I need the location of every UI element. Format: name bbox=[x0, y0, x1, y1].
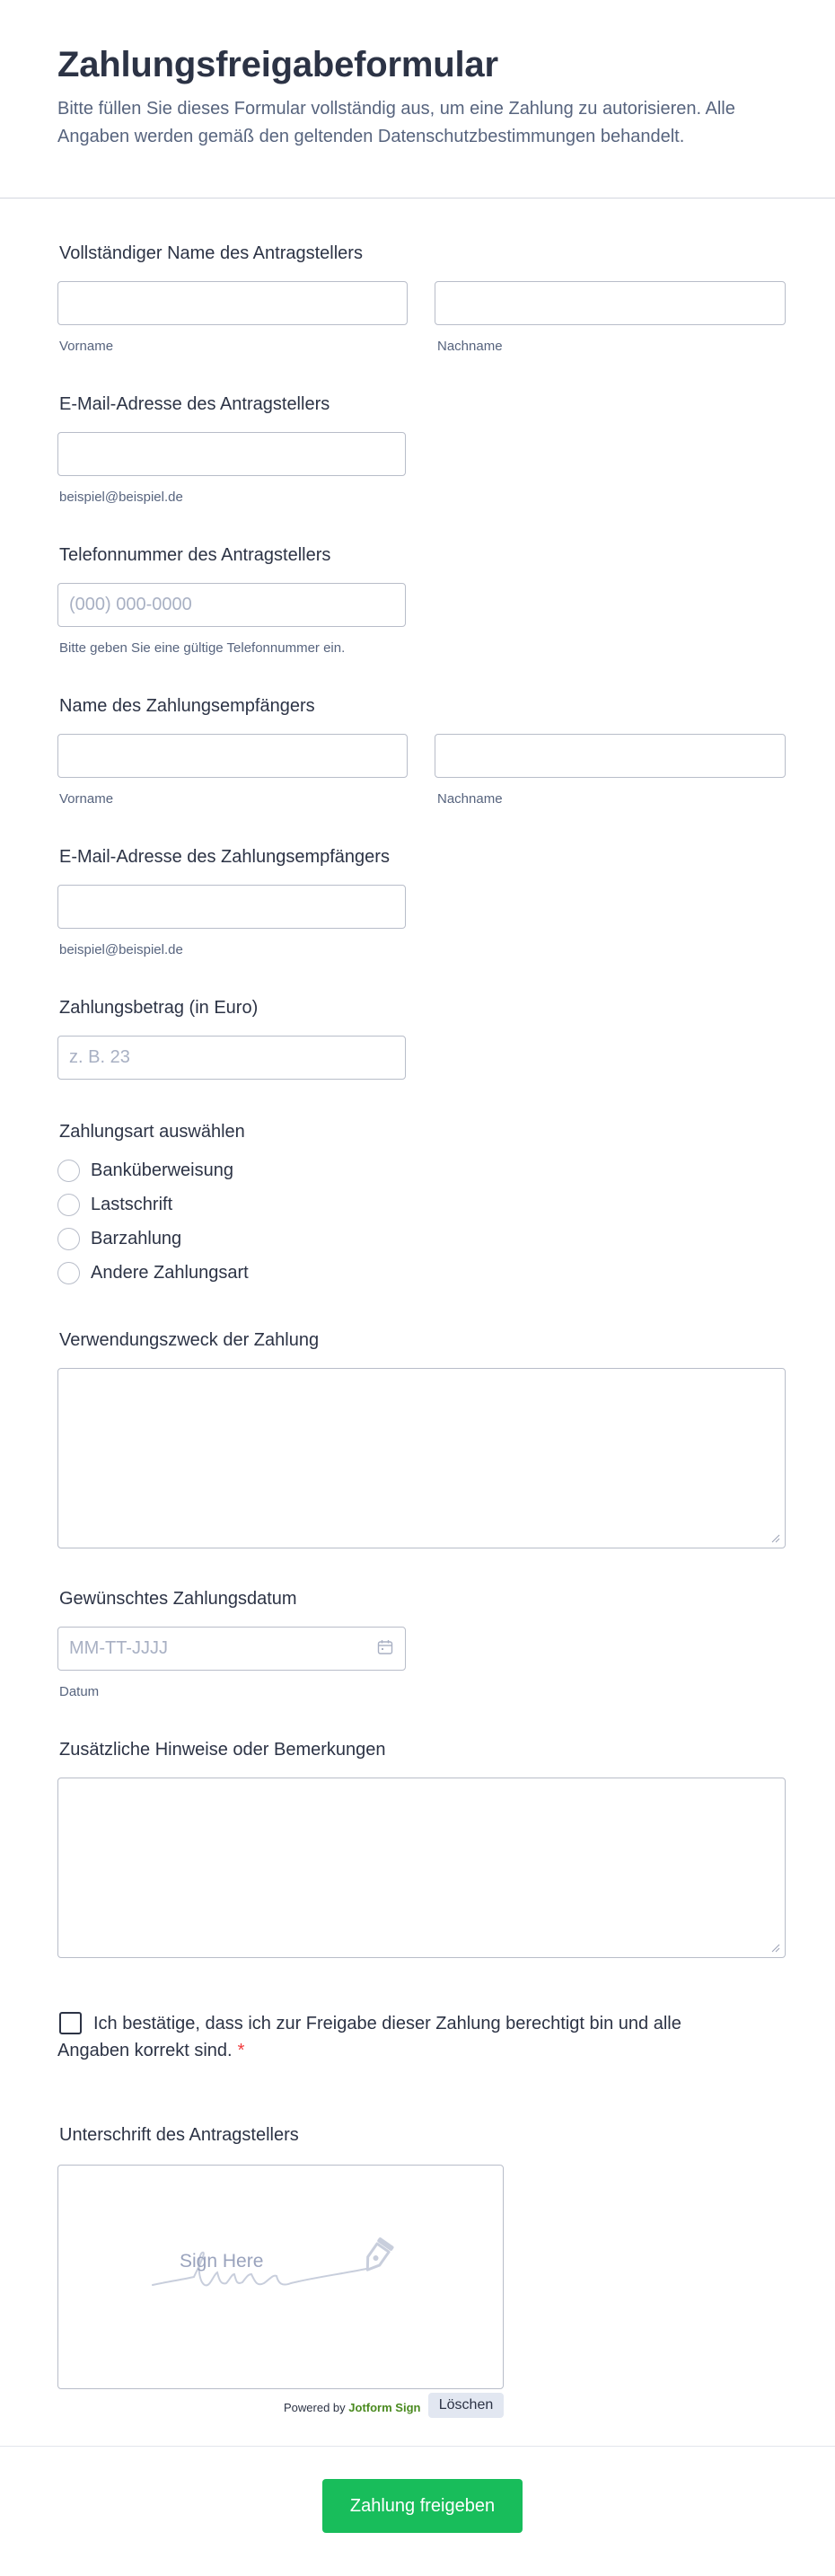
radio-button[interactable] bbox=[57, 1261, 80, 1284]
signature-label: Unterschrift des Antragstellers bbox=[59, 2125, 299, 2145]
calendar-icon[interactable] bbox=[377, 1639, 393, 1655]
payee-last-name-sublabel: Nachname bbox=[437, 791, 503, 807]
payment-method-label: Zahlungsart auswählen bbox=[59, 1122, 245, 1142]
payee-first-name-input[interactable] bbox=[57, 734, 408, 778]
applicant-phone-input[interactable] bbox=[57, 583, 406, 627]
resize-grip-icon[interactable] bbox=[771, 1534, 780, 1543]
consent-label: Ich bestätige, dass ich zur Freigabe die… bbox=[57, 2010, 740, 2064]
radio-option-label: Banküberweisung bbox=[91, 1160, 233, 1180]
purpose-textarea[interactable] bbox=[57, 1368, 786, 1548]
payee-first-name-sublabel: Vorname bbox=[59, 791, 114, 807]
payment-date-input[interactable] bbox=[57, 1627, 406, 1671]
applicant-last-name-input[interactable] bbox=[435, 281, 786, 325]
applicant-first-name-sublabel: Vorname bbox=[59, 339, 114, 354]
radio-button[interactable] bbox=[57, 1193, 80, 1216]
payee-last-name-input[interactable] bbox=[435, 734, 786, 778]
applicant-last-name-sublabel: Nachname bbox=[437, 339, 503, 354]
radio-option-direct-debit[interactable]: Lastschrift bbox=[57, 1193, 172, 1216]
amount-label: Zahlungsbetrag (in Euro) bbox=[59, 998, 259, 1018]
applicant-first-name-input[interactable] bbox=[57, 281, 408, 325]
payee-name-label: Name des Zahlungsempfängers bbox=[59, 696, 315, 716]
powered-by-prefix: Powered by bbox=[284, 2401, 346, 2414]
applicant-email-input[interactable] bbox=[57, 432, 406, 476]
powered-by-brand[interactable]: Jotform Sign bbox=[348, 2401, 420, 2414]
applicant-email-sublabel: beispiel@beispiel.de bbox=[59, 490, 183, 505]
radio-option-label: Lastschrift bbox=[91, 1194, 173, 1214]
notes-label: Zusätzliche Hinweise oder Bemerkungen bbox=[59, 1740, 386, 1760]
radio-button[interactable] bbox=[57, 1159, 80, 1182]
notes-textarea[interactable] bbox=[57, 1778, 786, 1958]
applicant-phone-label: Telefonnummer des Antragstellers bbox=[59, 545, 331, 565]
signature-hint: Sign Here bbox=[180, 2251, 264, 2272]
form-header: Zahlungsfreigabeformular Bitte füllen Si… bbox=[0, 0, 835, 198]
powered-by: Powered by Jotform Sign bbox=[284, 2401, 420, 2414]
payee-email-input[interactable] bbox=[57, 885, 406, 929]
resize-grip-icon[interactable] bbox=[771, 1944, 780, 1953]
footer-divider bbox=[0, 2446, 835, 2447]
applicant-name-label: Vollständiger Name des Antragstellers bbox=[59, 243, 363, 263]
radio-option-bank-transfer[interactable]: Banküberweisung bbox=[57, 1159, 233, 1182]
clear-signature-button[interactable]: Löschen bbox=[428, 2393, 504, 2418]
submit-button[interactable]: Zahlung freigeben bbox=[322, 2479, 523, 2533]
applicant-phone-sublabel: Bitte geben Sie eine gültige Telefonnumm… bbox=[59, 640, 346, 656]
form-subtitle: Bitte füllen Sie dieses Formular vollstä… bbox=[57, 99, 735, 146]
required-mark: * bbox=[237, 2041, 245, 2060]
purpose-label: Verwendungszweck der Zahlung bbox=[59, 1330, 320, 1350]
payee-email-label: E-Mail-Adresse des Zahlungsempfängers bbox=[59, 847, 390, 867]
radio-option-label: Andere Zahlungsart bbox=[91, 1262, 249, 1283]
consent-text: Ich bestätige, dass ich zur Freigabe die… bbox=[57, 2014, 681, 2060]
payment-date-sublabel: Datum bbox=[59, 1684, 100, 1699]
payee-email-sublabel: beispiel@beispiel.de bbox=[59, 942, 183, 957]
amount-input[interactable] bbox=[57, 1036, 406, 1080]
form-page: Zahlungsfreigabeformular Bitte füllen Si… bbox=[0, 0, 835, 2576]
applicant-email-label: E-Mail-Adresse des Antragstellers bbox=[59, 394, 330, 414]
payment-date-label: Gewünschtes Zahlungsdatum bbox=[59, 1589, 297, 1609]
form-title: Zahlungsfreigabeformular bbox=[57, 45, 498, 84]
radio-button[interactable] bbox=[57, 1227, 80, 1250]
radio-option-cash[interactable]: Barzahlung bbox=[57, 1227, 181, 1250]
radio-option-label: Barzahlung bbox=[91, 1228, 182, 1248]
radio-option-other[interactable]: Andere Zahlungsart bbox=[57, 1261, 249, 1284]
